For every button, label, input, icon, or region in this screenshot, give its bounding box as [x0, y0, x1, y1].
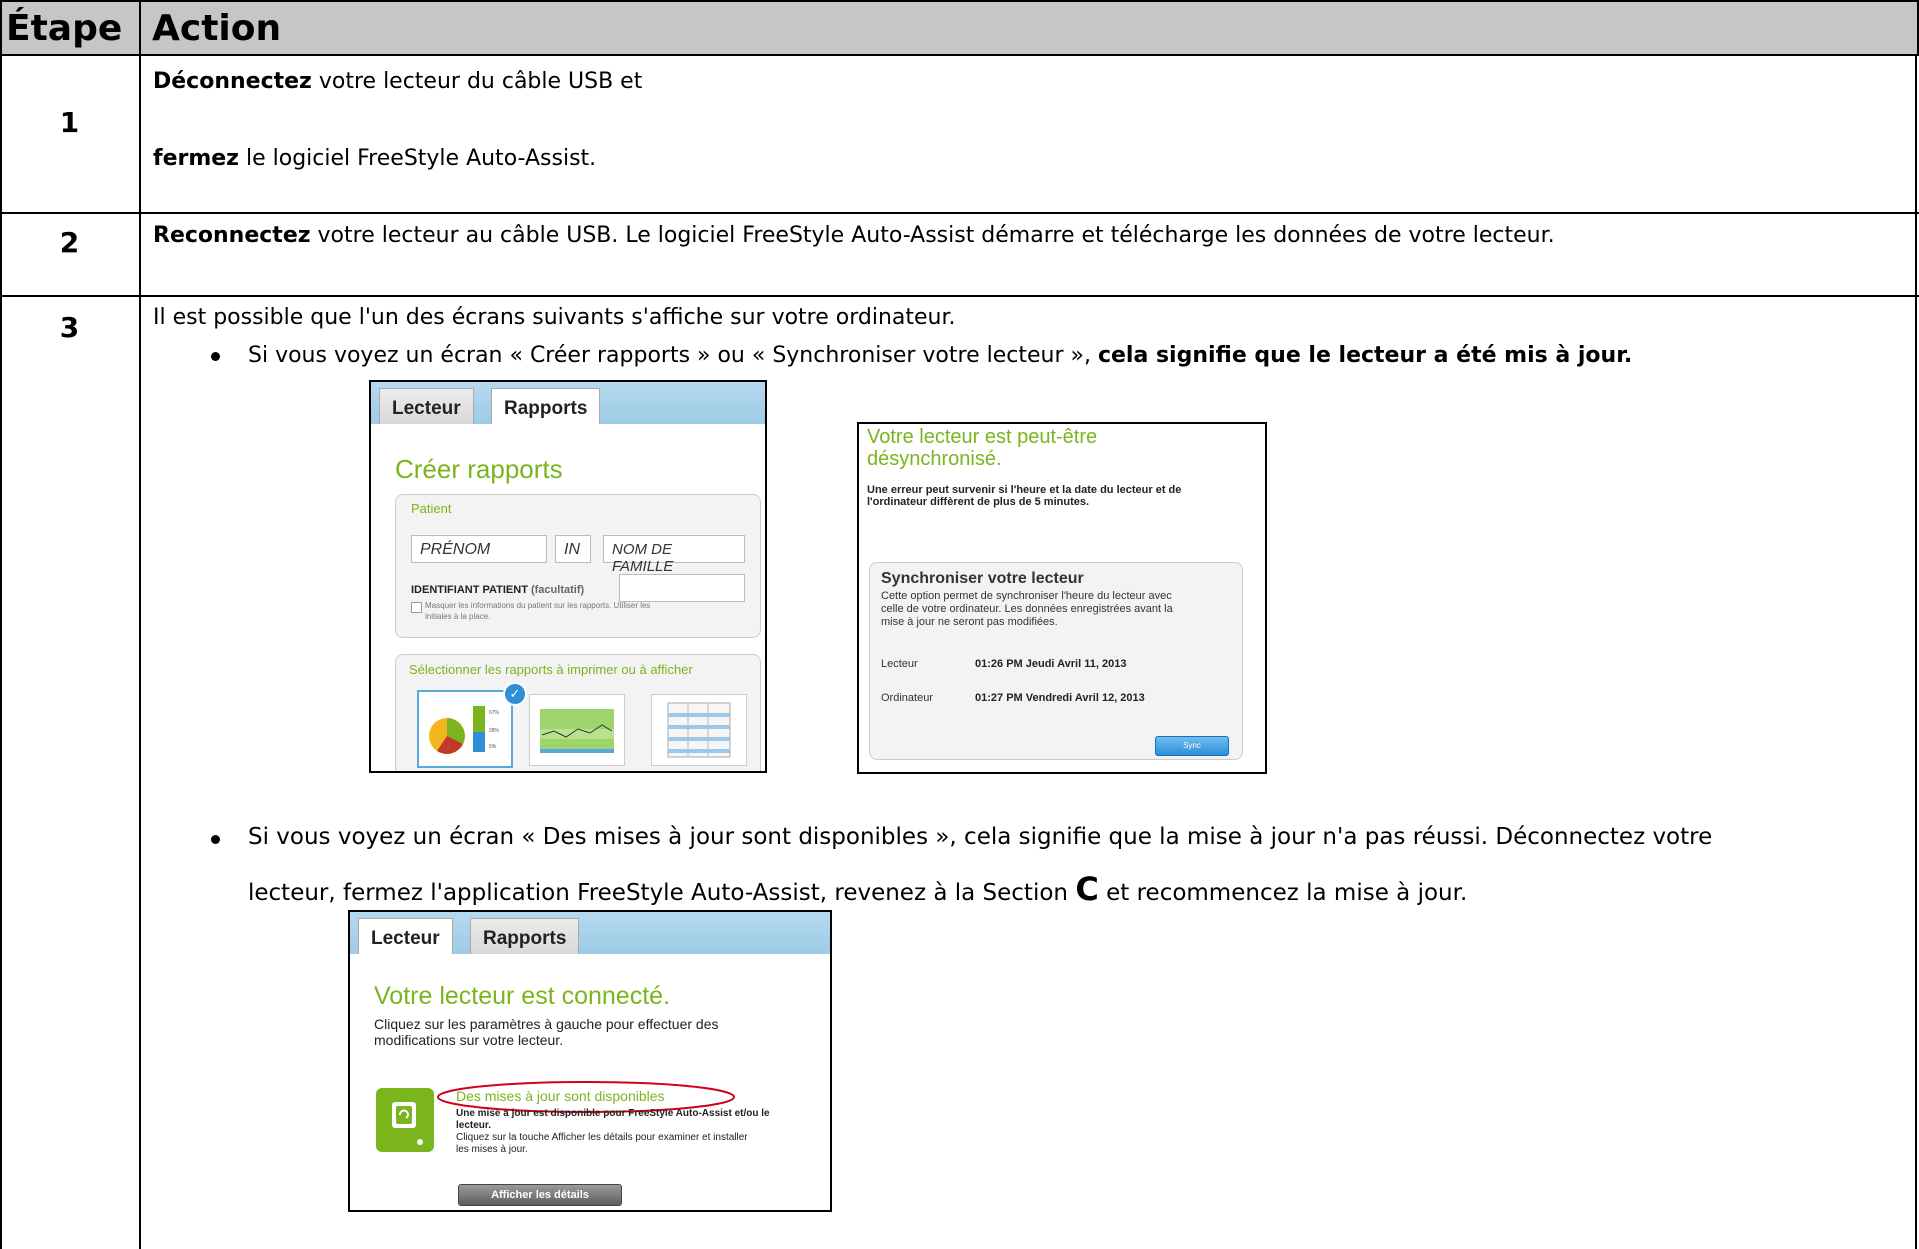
- row-divider: [0, 212, 1919, 214]
- screenshot-create-reports: Lecteur Rapports Créer rapports Patient …: [369, 380, 767, 773]
- meter-time: 01:26 PM Jeudi Avril 11, 2013: [975, 658, 1127, 670]
- mask-checkbox[interactable]: [411, 602, 422, 613]
- table-header: [0, 0, 1919, 56]
- step-number: 3: [59, 311, 80, 344]
- bullet-dot: [211, 352, 220, 361]
- report-thumb-logbook[interactable]: [651, 694, 747, 766]
- sync-panel-title: Synchroniser votre lecteur: [881, 570, 1084, 587]
- step3-intro: Il est possible que l'un des écrans suiv…: [153, 305, 956, 330]
- step3-bullet1: Si vous voyez un écran « Créer rapports …: [248, 343, 1633, 368]
- initial-field[interactable]: IN: [555, 535, 591, 563]
- last-name-field[interactable]: NOM DE FAMILLE: [603, 535, 745, 575]
- connected-description: Cliquez sur les paramètres à gauche pour…: [374, 1016, 719, 1048]
- show-details-button[interactable]: Afficher les détails: [458, 1184, 622, 1206]
- step-number: 1: [59, 106, 80, 139]
- step-number: 2: [59, 226, 80, 259]
- updates-description: Une mise à jour est disponible pour Free…: [456, 1108, 770, 1155]
- first-name-field[interactable]: PRÉNOM: [411, 535, 547, 563]
- meter-device-icon: [376, 1088, 434, 1152]
- tab-rapports[interactable]: Rapports: [491, 388, 601, 424]
- svg-text:5%: 5%: [489, 744, 497, 750]
- tab-lecteur[interactable]: Lecteur: [358, 918, 453, 954]
- column-divider: [139, 0, 141, 1249]
- screenshot-updates: Lecteur Rapports Votre lecteur est conne…: [348, 910, 832, 1212]
- svg-text:28%: 28%: [489, 728, 500, 734]
- tab-rapports[interactable]: Rapports: [470, 918, 580, 954]
- meter-label: Lecteur: [881, 658, 918, 670]
- sync-description: Cette option permet de synchroniser l'he…: [881, 590, 1173, 628]
- select-reports-label: Sélectionner les rapports à imprimer ou …: [409, 662, 693, 677]
- patient-id-field[interactable]: [619, 574, 745, 602]
- reports-title: Créer rapports: [395, 454, 563, 484]
- sync-warning: Une erreur peut survenir si l'heure et l…: [867, 484, 1182, 508]
- patient-label: Patient: [411, 501, 452, 516]
- header-action: Action: [152, 8, 282, 49]
- report-thumb-snapshot[interactable]: 67% 28% 5%: [417, 690, 513, 768]
- sync-button[interactable]: Sync: [1155, 736, 1229, 756]
- row-divider: [0, 295, 1919, 297]
- svg-text:67%: 67%: [489, 710, 500, 716]
- header-step: Étape: [6, 8, 123, 49]
- report-thumb-trend[interactable]: [529, 694, 625, 766]
- sync-title: Votre lecteur est peut-être désynchronisé…: [867, 426, 1098, 470]
- computer-time: 01:27 PM Vendredi Avril 12, 2013: [975, 692, 1145, 704]
- step3-bullet2-line2: lecteur, fermez l'application FreeStyle …: [248, 870, 1468, 908]
- step1-line1: Déconnectez votre lecteur du câble USB e…: [153, 69, 643, 94]
- check-icon: ✓: [503, 682, 527, 706]
- step2-line1: Reconnectez votre lecteur au câble USB. …: [153, 223, 1555, 248]
- computer-label: Ordinateur: [881, 692, 933, 704]
- mask-line2: initiales à la place.: [425, 612, 491, 621]
- tab-lecteur[interactable]: Lecteur: [379, 388, 474, 424]
- connected-title: Votre lecteur est connecté.: [374, 982, 671, 1010]
- patient-id-label: IDENTIFIANT PATIENT (facultatif): [411, 584, 585, 596]
- step3-bullet2-line1: Si vous voyez un écran « Des mises à jou…: [248, 824, 1713, 850]
- step1-line2: fermez le logiciel FreeStyle Auto-Assist…: [153, 146, 597, 171]
- screenshot-sync: Votre lecteur est peut-être désynchronisé…: [857, 422, 1267, 774]
- mask-line1: Masquer les informations du patient sur …: [425, 601, 651, 610]
- bullet-dot: [211, 835, 220, 844]
